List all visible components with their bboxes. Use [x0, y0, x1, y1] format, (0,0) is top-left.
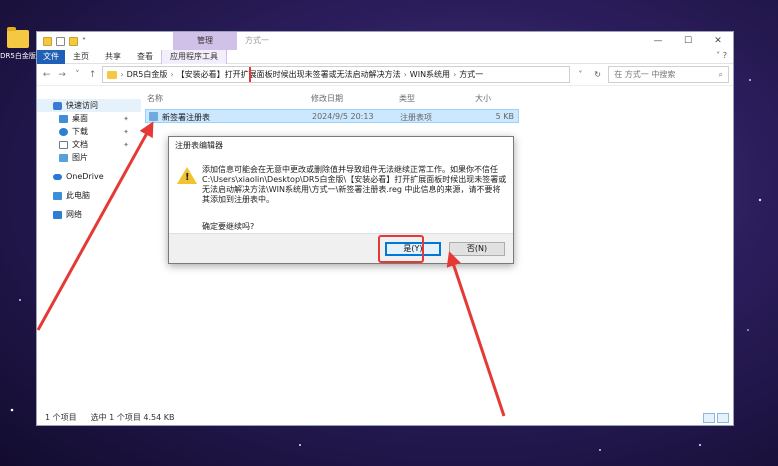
selection-info: 选中 1 个项目 4.54 KB: [90, 413, 175, 422]
tab-view[interactable]: 查看: [129, 50, 161, 64]
qa-dropdown-icon[interactable]: ˅: [82, 37, 86, 46]
cloud-icon: [53, 173, 62, 180]
sidebar-item-onedrive[interactable]: OneDrive: [37, 170, 141, 183]
sidebar-item-label: 网络: [66, 210, 82, 219]
sidebar-item-network[interactable]: 网络: [37, 208, 141, 221]
pin-icon: ✦: [123, 127, 129, 136]
sidebar-item-downloads[interactable]: 下载 ✦: [37, 125, 141, 138]
file-row[interactable]: 新签署注册表 2024/9/5 20:13 注册表项 5 KB: [145, 109, 519, 123]
up-button[interactable]: ↑: [87, 70, 98, 80]
desktop-icon: [59, 114, 68, 123]
column-type[interactable]: 类型: [399, 93, 415, 104]
sidebar-item-quick-access[interactable]: 快速访问: [37, 99, 141, 112]
back-button[interactable]: ←: [41, 70, 52, 80]
tab-app-tools[interactable]: 应用程序工具: [161, 49, 227, 64]
breadcrumb-separator: ›: [170, 70, 174, 79]
pictures-icon: [59, 153, 68, 162]
breadcrumb-dr5[interactable]: DR5白金版: [127, 69, 168, 80]
forward-button[interactable]: →: [56, 70, 67, 80]
search-icon: ⌕: [718, 69, 723, 79]
search-input[interactable]: 在 方式一 中搜索 ⌕: [608, 66, 729, 83]
sidebar-item-label: 图片: [72, 153, 88, 162]
desktop-folder-label: DR5白金版: [0, 52, 36, 60]
registry-file-icon: [149, 112, 158, 121]
download-icon: [59, 127, 68, 136]
star-icon: [53, 101, 62, 110]
address-row: ← → ˅ ↑ › DR5白金版 › 【安装必看】打开扩展面板时候出现未签署或无…: [37, 64, 733, 86]
sidebar-item-desktop[interactable]: 桌面 ✦: [37, 112, 141, 125]
folder-icon: [107, 70, 118, 79]
column-size[interactable]: 大小: [475, 93, 491, 104]
properties-icon[interactable]: [56, 36, 65, 46]
sidebar-item-documents[interactable]: 文档 ✦: [37, 138, 141, 151]
ribbon-tabs: 文件 主页 共享 查看 应用程序工具 ˅ ?: [37, 49, 733, 64]
column-date[interactable]: 修改日期: [311, 93, 343, 104]
pin-icon: ✦: [123, 114, 129, 123]
address-highlight-box: [249, 67, 569, 82]
file-name: 新签署注册表: [162, 113, 210, 122]
registry-editor-dialog: 注册表编辑器 ! 添加信息可能会在无意中更改或删除值并导致组件无法继续正常工作。…: [168, 136, 514, 264]
search-placeholder: 在 方式一 中搜索: [614, 70, 676, 79]
column-headers: 名称 修改日期 类型 大小: [141, 93, 733, 105]
ribbon-help[interactable]: ˅ ?: [716, 51, 727, 60]
quick-access-toolbar: ˅: [37, 32, 173, 50]
address-bar[interactable]: › DR5白金版 › 【安装必看】打开扩展面板时候出现未签署或无法启动解决方法 …: [102, 66, 570, 83]
sidebar-item-label: 快速访问: [66, 101, 98, 110]
dialog-question: 确定要继续吗?: [202, 222, 255, 231]
tab-home[interactable]: 主页: [65, 50, 97, 64]
folder-icon: [7, 27, 29, 48]
computer-icon: [53, 191, 62, 200]
tab-share[interactable]: 共享: [97, 50, 129, 64]
dialog-footer: 是(Y) 否(N): [169, 233, 513, 263]
sidebar-item-this-pc[interactable]: 此电脑: [37, 189, 141, 202]
navigation-pane: 快速访问 桌面 ✦ 下载 ✦ 文档 ✦ 图片 OneDrive 此电脑 网络: [37, 87, 141, 410]
view-toggle: [703, 413, 729, 423]
folder-icon: [43, 36, 52, 46]
warning-mark: !: [185, 172, 190, 183]
maximize-button[interactable]: ☐: [673, 32, 703, 50]
refresh-icon[interactable]: ↻: [591, 70, 604, 79]
minimize-button[interactable]: —: [643, 32, 673, 50]
pin-icon: ✦: [123, 140, 129, 149]
dialog-title: 注册表编辑器: [175, 141, 223, 150]
dialog-message: 添加信息可能会在无意中更改或删除值并导致组件无法继续正常工作。如果你不信任 C:…: [202, 165, 507, 204]
new-folder-icon[interactable]: [69, 36, 78, 46]
sidebar-item-label: 下载: [72, 127, 88, 136]
status-bar: 1 个项目 选中 1 个项目 4.54 KB: [37, 410, 733, 425]
sidebar-item-label: 文档: [72, 140, 88, 149]
no-button[interactable]: 否(N): [449, 242, 505, 256]
recent-dropdown[interactable]: ˅: [72, 70, 83, 80]
window-controls: — ☐ ✕: [643, 32, 733, 50]
breadcrumb-separator: ›: [120, 70, 124, 79]
dialog-body: ! 添加信息可能会在无意中更改或删除值并导致组件无法继续正常工作。如果你不信任 …: [169, 155, 513, 233]
sidebar-item-label: 此电脑: [66, 191, 90, 200]
sidebar-item-pictures[interactable]: 图片: [37, 151, 141, 164]
column-name[interactable]: 名称: [147, 93, 163, 104]
tab-file[interactable]: 文件: [37, 49, 65, 64]
close-button[interactable]: ✕: [703, 32, 733, 50]
details-view-button[interactable]: [703, 413, 715, 423]
desktop-folder-icon[interactable]: DR5白金版: [0, 27, 36, 61]
address-dropdown-icon[interactable]: ˅: [574, 70, 587, 79]
document-icon: [59, 140, 68, 149]
title-bar: ˅ 管理 方式一 — ☐ ✕: [37, 32, 733, 50]
network-icon: [53, 210, 62, 219]
file-type: 注册表项: [400, 113, 432, 122]
file-size: 5 KB: [495, 112, 514, 121]
window-title: 方式一: [245, 36, 269, 45]
large-icons-view-button[interactable]: [717, 413, 729, 423]
yes-button-highlight-box: [378, 235, 424, 263]
file-date: 2024/9/5 20:13: [312, 112, 374, 121]
tab-manage[interactable]: 管理: [173, 32, 237, 50]
sidebar-item-label: OneDrive: [66, 172, 104, 181]
item-count: 1 个项目: [45, 413, 77, 422]
sidebar-item-label: 桌面: [72, 114, 88, 123]
